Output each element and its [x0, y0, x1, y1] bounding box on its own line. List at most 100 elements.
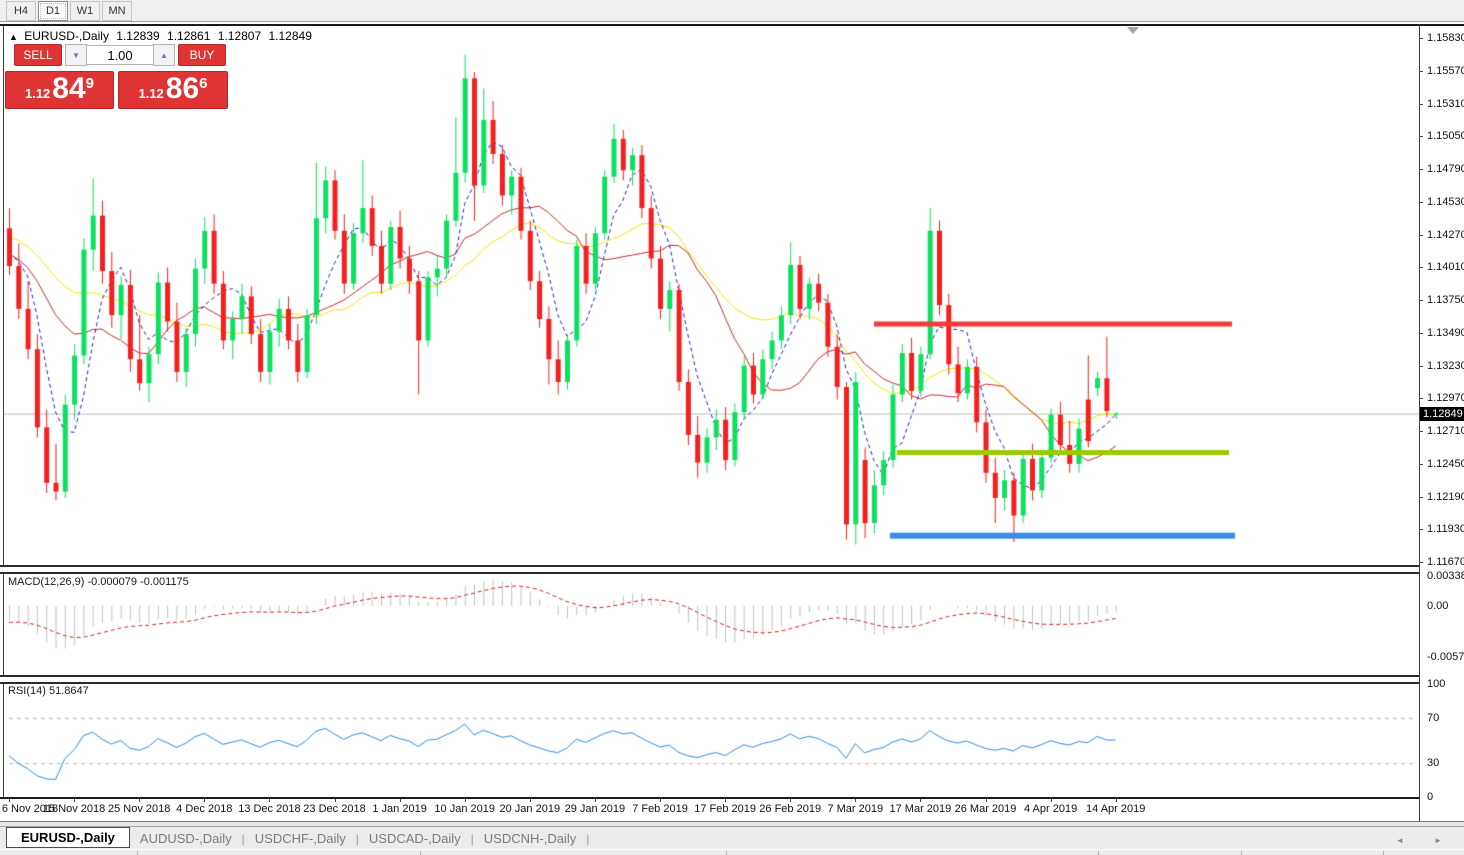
price-axis-label: 1.12450 — [1427, 458, 1464, 470]
rsi-axis-label: 100 — [1427, 678, 1445, 690]
date-axis-tick — [725, 799, 726, 802]
current-price-badge: 1.12849 — [1420, 407, 1464, 421]
rsi-panel-canvas[interactable] — [0, 682, 1419, 797]
date-axis-label: 10 Jan 2019 — [434, 803, 495, 815]
date-axis-tick — [986, 799, 987, 802]
price-axis-label: 1.12970 — [1427, 392, 1464, 404]
tab-separator: | — [586, 832, 589, 849]
timeframe-button-h4[interactable]: H4 — [6, 1, 36, 21]
price-axis-tick — [1419, 235, 1423, 236]
price-axis-label: 1.14790 — [1427, 163, 1464, 175]
date-axis-tick — [269, 799, 270, 802]
status-bar-separator — [420, 851, 421, 855]
date-axis-tick — [595, 799, 596, 802]
timeframe-button-d1[interactable]: D1 — [38, 1, 68, 21]
price-axis-tick — [1419, 38, 1423, 39]
price-axis-tick — [1419, 136, 1423, 137]
price-axis-label: 1.14270 — [1427, 229, 1464, 241]
price-axis-label: 1.11930 — [1427, 523, 1464, 535]
macd-indicator-label: MACD(12,26,9) -0.000079 -0.001175 — [8, 576, 189, 588]
status-bar-separator — [1098, 851, 1099, 855]
date-axis-label: 1 Jan 2019 — [372, 803, 426, 815]
price-axis-tick — [1419, 267, 1423, 268]
date-axis-tick — [1116, 799, 1117, 802]
price-axis-tick — [1419, 300, 1423, 301]
rsi-axis-label: 30 — [1427, 757, 1439, 769]
date-axis-label: 17 Mar 2019 — [890, 803, 952, 815]
date-axis-tick — [790, 799, 791, 802]
price-axis-label: 1.14530 — [1427, 196, 1464, 208]
tab-usdcnh[interactable]: USDCNH-,Daily — [474, 828, 586, 849]
main-chart-canvas[interactable] — [0, 26, 1419, 566]
panel-splitter-macd[interactable] — [0, 565, 1419, 574]
tab-audusd[interactable]: AUDUSD-,Daily — [130, 828, 242, 849]
macd-axis-label: 0.00 — [1427, 600, 1448, 612]
status-bar-separator — [1241, 851, 1242, 855]
macd-axis-label: -0.00576 — [1427, 651, 1464, 663]
date-axis-tick — [1051, 799, 1052, 802]
status-bar-separator — [137, 851, 138, 855]
date-axis-label: 26 Feb 2019 — [759, 803, 821, 815]
tab-scroll-arrows-icon[interactable]: ◄ ► — [1396, 836, 1456, 845]
price-axis-label: 1.13750 — [1427, 294, 1464, 306]
timeframe-toolbar: H4 D1 W1 MN — [0, 0, 1464, 22]
price-axis-tick — [1419, 529, 1423, 530]
macd-panel-canvas[interactable] — [0, 572, 1419, 676]
tab-usdchf[interactable]: USDCHF-,Daily — [245, 828, 356, 849]
date-axis-label: 17 Feb 2019 — [694, 803, 756, 815]
timeframe-button-w1[interactable]: W1 — [70, 1, 100, 21]
date-axis-tick — [530, 799, 531, 802]
price-axis-tick — [1419, 464, 1423, 465]
rsi-axis-label: 0 — [1427, 791, 1433, 803]
price-axis-label: 1.12190 — [1427, 491, 1464, 503]
price-axis-tick — [1419, 169, 1423, 170]
price-axis-tick — [1419, 202, 1423, 203]
date-axis-tick — [400, 799, 401, 802]
date-axis-label: 14 Apr 2019 — [1086, 803, 1145, 815]
price-axis-label: 1.15050 — [1427, 130, 1464, 142]
timeframe-button-mn[interactable]: MN — [102, 1, 132, 21]
price-axis-label: 1.14010 — [1427, 261, 1464, 273]
price-axis-tick — [1419, 333, 1423, 334]
date-axis-tick — [855, 799, 856, 802]
price-axis-label: 1.15310 — [1427, 98, 1464, 110]
date-axis-tick — [335, 799, 336, 802]
date-axis-label: 4 Dec 2018 — [176, 803, 232, 815]
price-axis-line — [1419, 24, 1420, 821]
date-axis-tick — [9, 799, 10, 802]
date-axis-label: 20 Jan 2019 — [500, 803, 561, 815]
rsi-bottom-border — [0, 797, 1419, 799]
price-axis-tick — [1419, 71, 1423, 72]
price-axis-label: 1.12710 — [1427, 425, 1464, 437]
date-axis-label: 26 Mar 2019 — [955, 803, 1017, 815]
date-axis-label: 13 Dec 2018 — [238, 803, 300, 815]
date-axis-label: 4 Apr 2019 — [1024, 803, 1077, 815]
rsi-indicator-label: RSI(14) 51.8647 — [8, 685, 89, 697]
status-bar-separator — [726, 851, 727, 855]
status-bar — [0, 849, 1464, 855]
date-axis-label: 7 Mar 2019 — [827, 803, 883, 815]
date-axis-tick — [465, 799, 466, 802]
date-axis-label: 23 Dec 2018 — [303, 803, 365, 815]
tab-usdcad[interactable]: USDCAD-,Daily — [359, 828, 471, 849]
date-axis-label: 25 Nov 2018 — [108, 803, 170, 815]
date-axis-label: 29 Jan 2019 — [565, 803, 626, 815]
date-axis-tick — [74, 799, 75, 802]
date-axis-tick — [139, 799, 140, 802]
date-axis-tick — [920, 799, 921, 802]
price-axis-tick — [1419, 104, 1423, 105]
tab-eurusd[interactable]: EURUSD-,Daily — [6, 827, 130, 848]
price-axis-tick — [1419, 366, 1423, 367]
date-axis-label: 7 Feb 2019 — [632, 803, 688, 815]
price-axis-tick — [1419, 431, 1423, 432]
price-axis-tick — [1419, 562, 1423, 563]
price-axis-tick — [1419, 497, 1423, 498]
rsi-axis-label: 70 — [1427, 712, 1439, 724]
date-axis-tick — [660, 799, 661, 802]
price-axis-label: 1.13230 — [1427, 360, 1464, 372]
date-axis-tick — [204, 799, 205, 802]
mt4-chart-window: H4 D1 W1 MN ▲ EURUSD-,Daily 1.12839 1.12… — [0, 0, 1464, 855]
date-axis-label: 15 Nov 2018 — [43, 803, 105, 815]
panel-splitter-rsi[interactable] — [0, 675, 1419, 684]
price-axis-tick — [1419, 398, 1423, 399]
